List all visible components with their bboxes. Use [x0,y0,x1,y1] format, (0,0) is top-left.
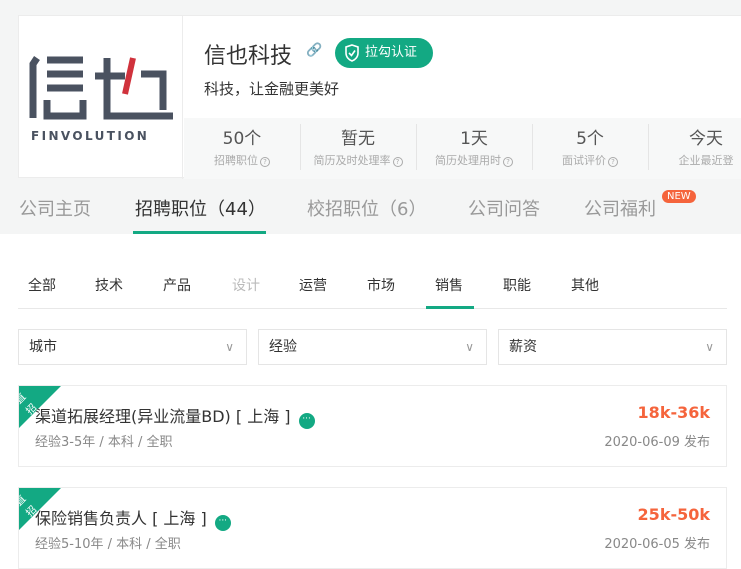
stat-label: 企业最近登 [678,154,734,167]
company-tabs: 公司主页 招聘职位（44） 校招职位（6） 公司问答 公司福利 NEW [0,180,741,234]
job-date: 2020-06-05 发布 [604,537,710,552]
company-stats: 50个招聘职位? 暂无简历及时处理率? 1天简历处理用时? 5个面试评价? 今天… [184,118,741,179]
category-tabs: 全部 技术 产品 设计 运营 市场 销售 职能 其他 [18,262,727,309]
job-title-row[interactable]: 保险销售负责人 [ 上海 ] ··· [35,505,231,531]
job-title-row[interactable]: 渠道拓展经理(异业流量BD) [ 上海 ] ··· [35,403,315,429]
category-design: 设计 [232,278,260,294]
tab-campus-jobs[interactable]: 校招职位（6） [307,195,426,221]
chat-icon[interactable]: ··· [298,413,315,429]
category-other[interactable]: 其他 [571,275,599,295]
stat-item: 今天 企业最近登 [648,118,741,179]
stat-label: 简历处理用时 [435,154,501,167]
category-operations[interactable]: 运营 [299,275,327,295]
stat-label: 招聘职位 [214,154,258,167]
category-tech[interactable]: 技术 [95,275,123,295]
logo-english-text: FINVOLUTION [31,129,150,143]
job-requirements: 经验5-10年 / 本科 / 全职 [35,537,181,552]
stat-label: 简历及时处理率 [313,154,391,167]
job-title[interactable]: 保险销售负责人 [ 上海 ] [35,509,207,528]
stat-item: 1天简历处理用时? [416,118,532,179]
company-logo: FINVOLUTION [19,16,183,179]
chevron-down-icon: ∨ [465,340,474,354]
stat-value: 今天 [689,129,723,149]
city-filter[interactable]: 城市 ∨ [18,329,247,365]
stat-value: 50个 [222,129,262,149]
tab-company-home[interactable]: 公司主页 [19,195,91,221]
company-header-area: FINVOLUTION 信也科技 🔗 拉勾认证 科技，让金融更美好 50个招聘职… [0,0,741,234]
stat-value: 5个 [576,129,604,149]
category-functions[interactable]: 职能 [503,275,531,295]
shield-check-icon [345,44,359,62]
company-card: FINVOLUTION 信也科技 🔗 拉勾认证 科技，让金融更美好 50个招聘职… [18,15,741,179]
chevron-down-icon: ∨ [705,340,714,354]
chevron-down-icon: ∨ [225,340,234,354]
category-sales[interactable]: 销售 [435,275,463,295]
verified-badge[interactable]: 拉勾认证 [335,38,433,68]
tab-qa[interactable]: 公司问答 [468,195,540,221]
help-icon[interactable]: ? [503,157,513,167]
salary-filter[interactable]: 薪资 ∨ [498,329,727,365]
stat-value: 1天 [460,129,488,149]
tab-jobs[interactable]: 招聘职位（44） [135,195,266,221]
experience-filter[interactable]: 经验 ∨ [258,329,487,365]
link-icon[interactable]: 🔗 [306,43,322,58]
job-card[interactable]: 直招 渠道拓展经理(异业流量BD) [ 上海 ] ··· 18k-36k 经验3-… [18,385,727,467]
job-title[interactable]: 渠道拓展经理(异业流量BD) [ 上海 ] [35,407,291,426]
logo-mark-icon [29,56,173,120]
verified-label: 拉勾认证 [365,45,418,60]
new-badge: NEW [662,190,696,203]
help-icon[interactable]: ? [392,157,403,167]
active-tab-indicator [133,231,266,234]
company-name: 信也科技 [204,44,293,69]
stat-label: 面试评价 [562,154,606,167]
job-card[interactable]: 直招 保险销售负责人 [ 上海 ] ··· 25k-50k 经验5-10年 / 本… [18,487,727,569]
help-icon[interactable]: ? [260,157,270,167]
filter-label: 薪资 [509,339,537,355]
help-icon[interactable]: ? [608,157,618,167]
stat-value: 暂无 [341,129,375,149]
stat-item: 暂无简历及时处理率? [300,118,416,179]
job-requirements: 经验3-5年 / 本科 / 全职 [35,435,173,450]
chat-icon[interactable]: ··· [214,515,231,531]
category-marketing[interactable]: 市场 [367,275,395,295]
filter-label: 城市 [29,339,57,355]
job-salary: 18k-36k [637,403,710,422]
category-all[interactable]: 全部 [28,275,56,295]
company-slogan: 科技，让金融更美好 [204,80,340,98]
job-salary: 25k-50k [637,505,710,524]
filter-label: 经验 [269,339,297,355]
active-category-indicator [426,306,474,309]
tab-benefits[interactable]: 公司福利 [584,195,656,221]
category-product[interactable]: 产品 [163,275,191,295]
job-date: 2020-06-09 发布 [604,435,710,450]
stat-item: 50个招聘职位? [184,118,300,179]
stat-item: 5个面试评价? [532,118,648,179]
